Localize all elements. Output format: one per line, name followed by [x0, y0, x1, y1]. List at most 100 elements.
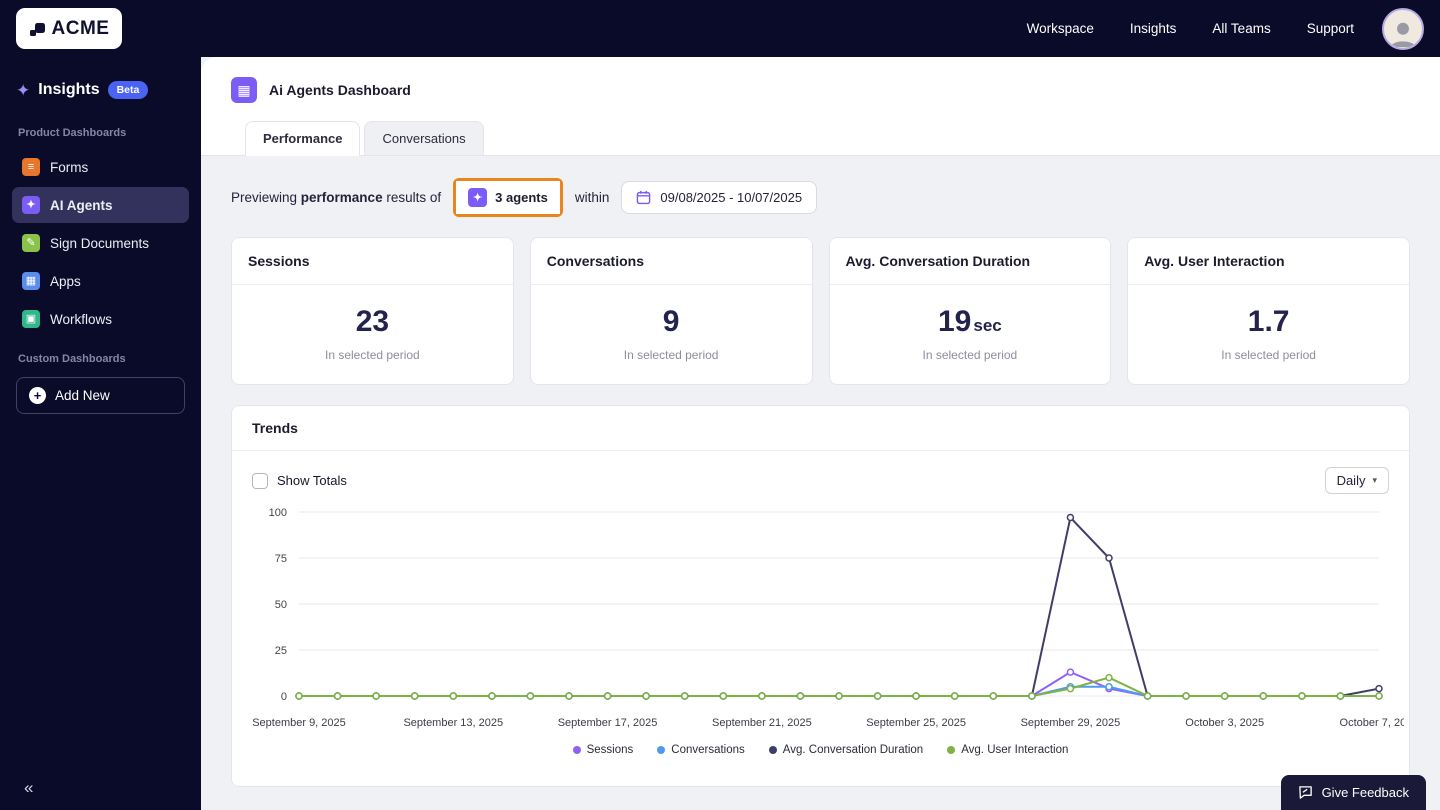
stat-caption: In selected period	[1221, 348, 1316, 362]
tab-bar: Performance Conversations	[201, 121, 1440, 156]
legend-dot	[947, 746, 956, 754]
show-totals-control: Show Totals	[252, 472, 347, 489]
plus-icon: +	[29, 387, 46, 404]
date-range-label: 09/08/2025 - 10/07/2025	[660, 190, 803, 205]
stat-title: Avg. Conversation Duration	[829, 238, 1111, 285]
tab-conversations[interactable]: Conversations	[364, 121, 484, 155]
nav-insights[interactable]: Insights	[1130, 21, 1177, 36]
sidebar-item-label: Forms	[50, 159, 89, 175]
stat-title: Sessions	[232, 238, 513, 285]
legend-item: Sessions	[572, 744, 633, 756]
stat-caption: In selected period	[325, 348, 420, 362]
sidebar-header: ✦ Insights Beta	[16, 81, 185, 99]
svg-text:September 25, 2025: September 25, 2025	[866, 717, 966, 729]
svg-text:100: 100	[269, 507, 287, 519]
svg-text:October 7, 2025: October 7, 2025	[1340, 717, 1404, 729]
trends-card: Trends Show Totals Daily ▾ 0 25 50 75 100 Sep…	[231, 405, 1410, 787]
interval-select[interactable]: Daily ▾	[1324, 467, 1389, 494]
give-feedback-button[interactable]: Give Feedback	[1280, 775, 1426, 810]
legend-dot	[572, 746, 581, 754]
show-totals-checkbox[interactable]	[252, 472, 268, 489]
page-title: Ai Agents Dashboard	[269, 82, 411, 98]
workflows-icon: ▣	[22, 310, 40, 328]
trends-title: Trends	[232, 406, 1409, 451]
show-totals-label: Show Totals	[277, 473, 347, 488]
sidebar-item-apps[interactable]: ▦ Apps	[12, 263, 189, 299]
legend-item: Avg. Conversation Duration	[768, 744, 923, 756]
sidebar-title: Insights	[38, 81, 100, 98]
svg-text:September 9, 2025: September 9, 2025	[252, 717, 346, 729]
user-avatar[interactable]	[1382, 7, 1424, 50]
agents-count-label: 3 agents	[495, 190, 548, 205]
apps-icon: ▦	[22, 272, 40, 290]
stat-value: 9	[662, 305, 680, 338]
section-product-dashboards: Product Dashboards	[18, 127, 127, 139]
sidebar-item-label: Sign Documents	[50, 235, 150, 251]
stat-value: 23	[355, 305, 390, 338]
sparkle-icon: ✦	[468, 188, 488, 207]
trends-line-chart: 0 25 50 75 100 September 9, 2025 September 13,…	[252, 507, 1404, 729]
legend-dot	[657, 746, 666, 754]
forms-icon: ≡	[22, 158, 40, 176]
stat-unit: sec	[973, 316, 1002, 335]
date-range-picker[interactable]: 09/08/2025 - 10/07/2025	[621, 181, 818, 214]
calendar-icon	[637, 190, 651, 205]
sidebar-item-ai-agents[interactable]: ✦ AI Agents	[12, 187, 189, 223]
main-panel: ▦ Ai Agents Dashboard Performance Conver…	[201, 57, 1440, 810]
chevron-down-icon: ▾	[1372, 475, 1377, 485]
sidebar-item-label: Workflows	[50, 311, 113, 327]
ai-agents-icon: ✦	[22, 196, 40, 214]
acme-logo[interactable]: ACME	[16, 8, 122, 49]
sidebar-item-label: AI Agents	[50, 197, 113, 213]
nav-workspace[interactable]: Workspace	[1027, 21, 1094, 36]
svg-text:September 29, 2025: September 29, 2025	[1021, 717, 1121, 729]
svg-text:October 3, 2025: October 3, 2025	[1185, 717, 1264, 729]
add-new-button[interactable]: + Add New	[16, 377, 185, 414]
sidebar-item-workflows[interactable]: ▣ Workflows	[12, 301, 189, 337]
svg-text:September 21, 2025: September 21, 2025	[712, 717, 812, 729]
topbar: ACME Workspace Insights All Teams Suppor…	[0, 0, 1440, 57]
agents-selector-button[interactable]: ✦ 3 agents	[456, 181, 560, 214]
stat-card-avg-user-interaction: Avg. User Interaction 1.7 In selected pe…	[1127, 237, 1410, 385]
section-custom-dashboards: Custom Dashboards	[18, 353, 126, 365]
agents-highlight-box: ✦ 3 agents	[453, 178, 563, 217]
stat-value: 1.7	[1247, 305, 1290, 338]
stats-row: Sessions 23 In selected period Conversat…	[231, 237, 1410, 385]
svg-text:September 17, 2025: September 17, 2025	[558, 717, 658, 729]
dashboard-content: Previewing performance results of ✦ 3 ag…	[201, 156, 1440, 810]
preview-text: Previewing performance results of	[231, 190, 442, 205]
insights-icon: ✦	[16, 80, 31, 100]
logo-text: ACME	[51, 17, 110, 39]
nav-all-teams[interactable]: All Teams	[1212, 21, 1270, 36]
sidebar-item-forms[interactable]: ≡ Forms	[12, 149, 189, 185]
stat-caption: In selected period	[922, 348, 1018, 362]
sidebar-item-label: Apps	[50, 273, 81, 289]
collapse-sidebar-icon[interactable]: «	[24, 778, 33, 798]
legend-item: Avg. User Interaction	[947, 744, 1068, 756]
add-new-label: Add New	[55, 388, 110, 403]
legend-item: Conversations	[657, 744, 745, 756]
preview-row: Previewing performance results of ✦ 3 ag…	[231, 178, 1410, 217]
chart-legend: Sessions Conversations Avg. Conversation D…	[232, 744, 1409, 756]
nav-support[interactable]: Support	[1307, 21, 1354, 36]
svg-text:25: 25	[275, 645, 287, 657]
stat-value: 19	[938, 305, 972, 338]
svg-text:75: 75	[275, 553, 287, 565]
feedback-bubble-icon	[1298, 786, 1312, 799]
svg-text:0: 0	[281, 691, 287, 703]
sidebar-item-sign-documents[interactable]: ✎ Sign Documents	[12, 225, 189, 261]
acme-logo-icon	[29, 20, 47, 38]
dashboard-icon: ▦	[231, 77, 257, 103]
within-label: within	[574, 190, 610, 205]
stat-title: Avg. User Interaction	[1128, 238, 1409, 285]
stat-card-sessions: Sessions 23 In selected period	[231, 237, 514, 385]
legend-dot	[768, 746, 777, 754]
main-header: ▦ Ai Agents Dashboard Performance Conver…	[201, 57, 1440, 156]
sign-documents-icon: ✎	[22, 234, 40, 252]
svg-text:September 13, 2025: September 13, 2025	[403, 717, 503, 729]
svg-text:50: 50	[275, 599, 287, 611]
tab-performance[interactable]: Performance	[245, 121, 361, 156]
interval-value: Daily	[1336, 473, 1366, 488]
top-nav: Workspace Insights All Teams Support	[1027, 21, 1354, 36]
beta-badge: Beta	[107, 81, 149, 99]
